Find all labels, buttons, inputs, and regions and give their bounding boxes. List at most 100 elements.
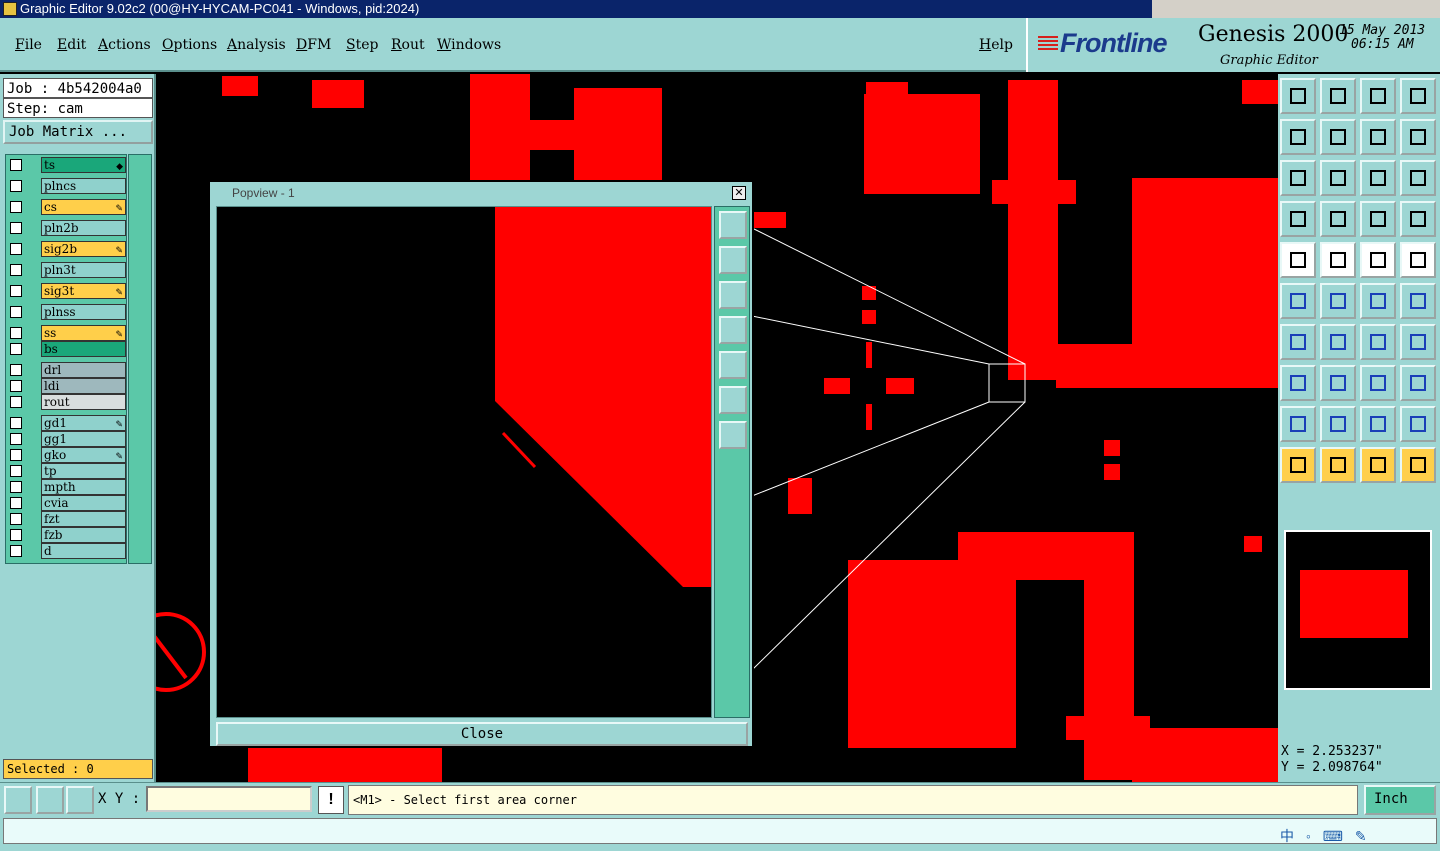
layer-name[interactable]: ss ✎ xyxy=(41,325,126,341)
pointer-route-icon[interactable] xyxy=(1400,447,1436,483)
layer-name[interactable]: mpth xyxy=(41,479,126,495)
triangle-icon[interactable] xyxy=(1280,406,1316,442)
layer-name[interactable]: d xyxy=(41,543,126,559)
popview-close-icon[interactable]: ✕ xyxy=(732,186,746,200)
layer-up-icon[interactable] xyxy=(1280,78,1316,114)
layer-row-gg1[interactable]: gg1 xyxy=(8,431,126,447)
layer-checkbox[interactable] xyxy=(10,465,22,477)
layer-checkbox[interactable] xyxy=(10,417,22,429)
layer-name[interactable]: plncs xyxy=(41,178,126,194)
layer-name[interactable]: ts ◆ xyxy=(41,157,126,173)
layer-row-cvia[interactable]: cvia xyxy=(8,495,126,511)
layer-checkbox[interactable] xyxy=(10,285,22,297)
window-icon[interactable] xyxy=(1400,78,1436,114)
layer-row-rout[interactable]: rout xyxy=(8,394,126,410)
layer-checkbox[interactable] xyxy=(10,449,22,461)
redo-icon[interactable] xyxy=(1400,119,1436,155)
popview-pan-left-icon[interactable] xyxy=(719,316,747,344)
layer-name[interactable]: tp xyxy=(41,463,126,479)
layer-checkbox[interactable] xyxy=(10,343,22,355)
layer-name[interactable]: gg1 xyxy=(41,431,126,447)
layer-checkbox[interactable] xyxy=(10,222,22,234)
layer-down-icon[interactable] xyxy=(1320,78,1356,114)
popview-pan-right-icon[interactable] xyxy=(719,351,747,379)
popview-zoom-in-icon[interactable] xyxy=(719,211,747,239)
layer-row-sig2b[interactable]: sig2b ✎ xyxy=(8,241,126,257)
zoom-fit-icon[interactable] xyxy=(1280,160,1316,196)
layer-name[interactable]: fzb xyxy=(41,527,126,543)
layer-checkbox[interactable] xyxy=(10,433,22,445)
popview-zoom-fit-icon[interactable] xyxy=(719,386,747,414)
pad-icon[interactable] xyxy=(1280,242,1316,278)
layer-name[interactable]: pln3t xyxy=(41,262,126,278)
layer-row-cs[interactable]: cs ✎ xyxy=(8,199,126,215)
menu-options[interactable]: Options xyxy=(162,37,217,53)
net-icon[interactable] xyxy=(1280,283,1316,319)
layer-row-bs[interactable]: bs xyxy=(8,341,126,357)
layer-row-fzt[interactable]: fzt xyxy=(8,511,126,527)
one-to-one-icon[interactable] xyxy=(1360,160,1396,196)
layer-row-sig3t[interactable]: sig3t ✎ xyxy=(8,283,126,299)
tools-icon[interactable] xyxy=(1280,201,1316,237)
line-icon[interactable] xyxy=(1360,283,1396,319)
layer-checkbox[interactable] xyxy=(10,481,22,493)
circle-icon[interactable] xyxy=(1400,242,1436,278)
measure-icon[interactable] xyxy=(1360,242,1396,278)
zoom-center-icon[interactable] xyxy=(1320,160,1356,196)
layer-name[interactable]: sig2b ✎ xyxy=(41,241,126,257)
layer-row-gd1[interactable]: gd1 ✎ xyxy=(8,415,126,431)
popview-canvas[interactable] xyxy=(216,206,712,718)
filter-icon[interactable] xyxy=(1400,324,1436,360)
layer-name[interactable]: sig3t ✎ xyxy=(41,283,126,299)
menu-step[interactable]: Step xyxy=(346,37,378,53)
pointer-box-icon[interactable] xyxy=(1360,447,1396,483)
unit-selector[interactable]: Inch xyxy=(1364,785,1436,815)
angle-icon[interactable] xyxy=(1280,324,1316,360)
layer-name[interactable]: fzt xyxy=(41,511,126,527)
layer-row-ldi[interactable]: ldi xyxy=(8,378,126,394)
menu-windows[interactable]: Windows xyxy=(437,37,501,53)
layer-name[interactable]: pln2b xyxy=(41,220,126,236)
layer-checkbox[interactable] xyxy=(10,513,22,525)
layer-name[interactable]: cvia xyxy=(41,495,126,511)
menu-help[interactable]: Help xyxy=(979,37,1013,53)
target-icon[interactable] xyxy=(1360,365,1396,401)
measure-icon[interactable] xyxy=(36,786,64,814)
pan-left-icon[interactable] xyxy=(1280,119,1316,155)
layer-checkbox[interactable] xyxy=(10,327,22,339)
layer-checkbox[interactable] xyxy=(10,180,22,192)
layer-row-drl[interactable]: drl xyxy=(8,362,126,378)
pointer-select-icon[interactable] xyxy=(1320,447,1356,483)
layer-name[interactable]: rout xyxy=(41,394,126,410)
xy-input[interactable] xyxy=(146,786,312,812)
overview-minimap[interactable] xyxy=(1284,530,1432,690)
draw-icon[interactable] xyxy=(1320,242,1356,278)
layer-row-ts[interactable]: ts ◆ xyxy=(8,157,126,173)
job-matrix-button[interactable]: Job Matrix ... xyxy=(3,120,153,144)
alert-icon[interactable]: ! xyxy=(318,786,344,814)
mirror-icon[interactable] xyxy=(1320,406,1356,442)
rotate-icon[interactable] xyxy=(1360,324,1396,360)
layer-checkbox[interactable] xyxy=(10,306,22,318)
layer-scrollbar[interactable] xyxy=(128,154,152,564)
home-icon[interactable] xyxy=(1360,78,1396,114)
arc-icon[interactable] xyxy=(1400,283,1436,319)
layer-row-plncs[interactable]: plncs xyxy=(8,178,126,194)
layer-row-fzb[interactable]: fzb xyxy=(8,527,126,543)
layer-name[interactable]: cs ✎ xyxy=(41,199,126,215)
group-icon[interactable] xyxy=(1400,365,1436,401)
menu-file[interactable]: File xyxy=(15,37,42,53)
slash-icon[interactable] xyxy=(1320,324,1356,360)
layer-checkbox[interactable] xyxy=(10,364,22,376)
zoom-box-icon[interactable] xyxy=(4,786,32,814)
layer-name[interactable]: plnss xyxy=(41,304,126,320)
menu-actions[interactable]: Actions xyxy=(98,37,151,53)
slope-icon[interactable] xyxy=(1400,406,1436,442)
menu-dfm[interactable]: DFM xyxy=(296,37,331,53)
layer-checkbox[interactable] xyxy=(10,201,22,213)
popview-zoom-center-icon[interactable] xyxy=(719,421,747,449)
snap-icon[interactable] xyxy=(1360,201,1396,237)
layer-row-mpth[interactable]: mpth xyxy=(8,479,126,495)
snap-grid-icon[interactable] xyxy=(66,786,94,814)
layer-name[interactable]: drl xyxy=(41,362,126,378)
